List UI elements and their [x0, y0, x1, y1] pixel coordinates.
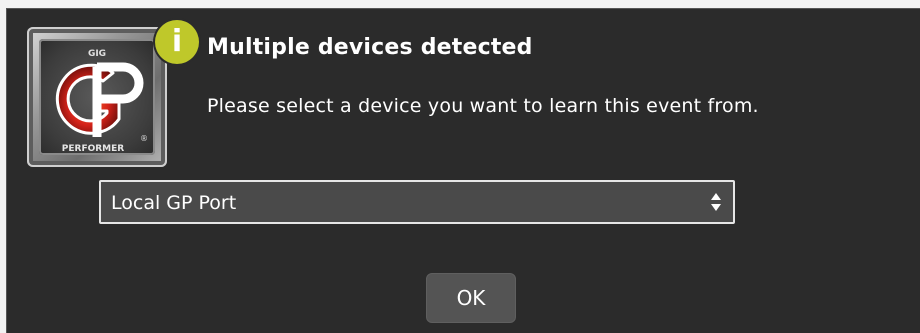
logo-graphic: GIG PERFORMER ® [55, 49, 148, 154]
multiple-devices-dialog: GIG PERFORMER ® i Multiple devices detec… [6, 8, 920, 333]
logo-registered-mark: ® [140, 134, 148, 143]
logo-top-text: GIG [88, 49, 106, 59]
ok-button[interactable]: OK [426, 273, 516, 323]
updown-arrows-icon [711, 193, 721, 211]
info-icon-glyph: i [171, 24, 183, 59]
gig-performer-logo: GIG PERFORMER ® [27, 27, 167, 167]
info-icon: i [155, 20, 199, 64]
screen-background: GIG PERFORMER ® i Multiple devices detec… [0, 0, 920, 333]
device-select[interactable]: Local GP Port [99, 180, 735, 224]
dialog-message: Please select a device you want to learn… [207, 95, 759, 117]
ok-button-label: OK [456, 286, 486, 310]
logo-bottom-text: PERFORMER [62, 144, 125, 154]
device-select-value: Local GP Port [111, 192, 237, 214]
dialog-title: Multiple devices detected [207, 35, 533, 60]
